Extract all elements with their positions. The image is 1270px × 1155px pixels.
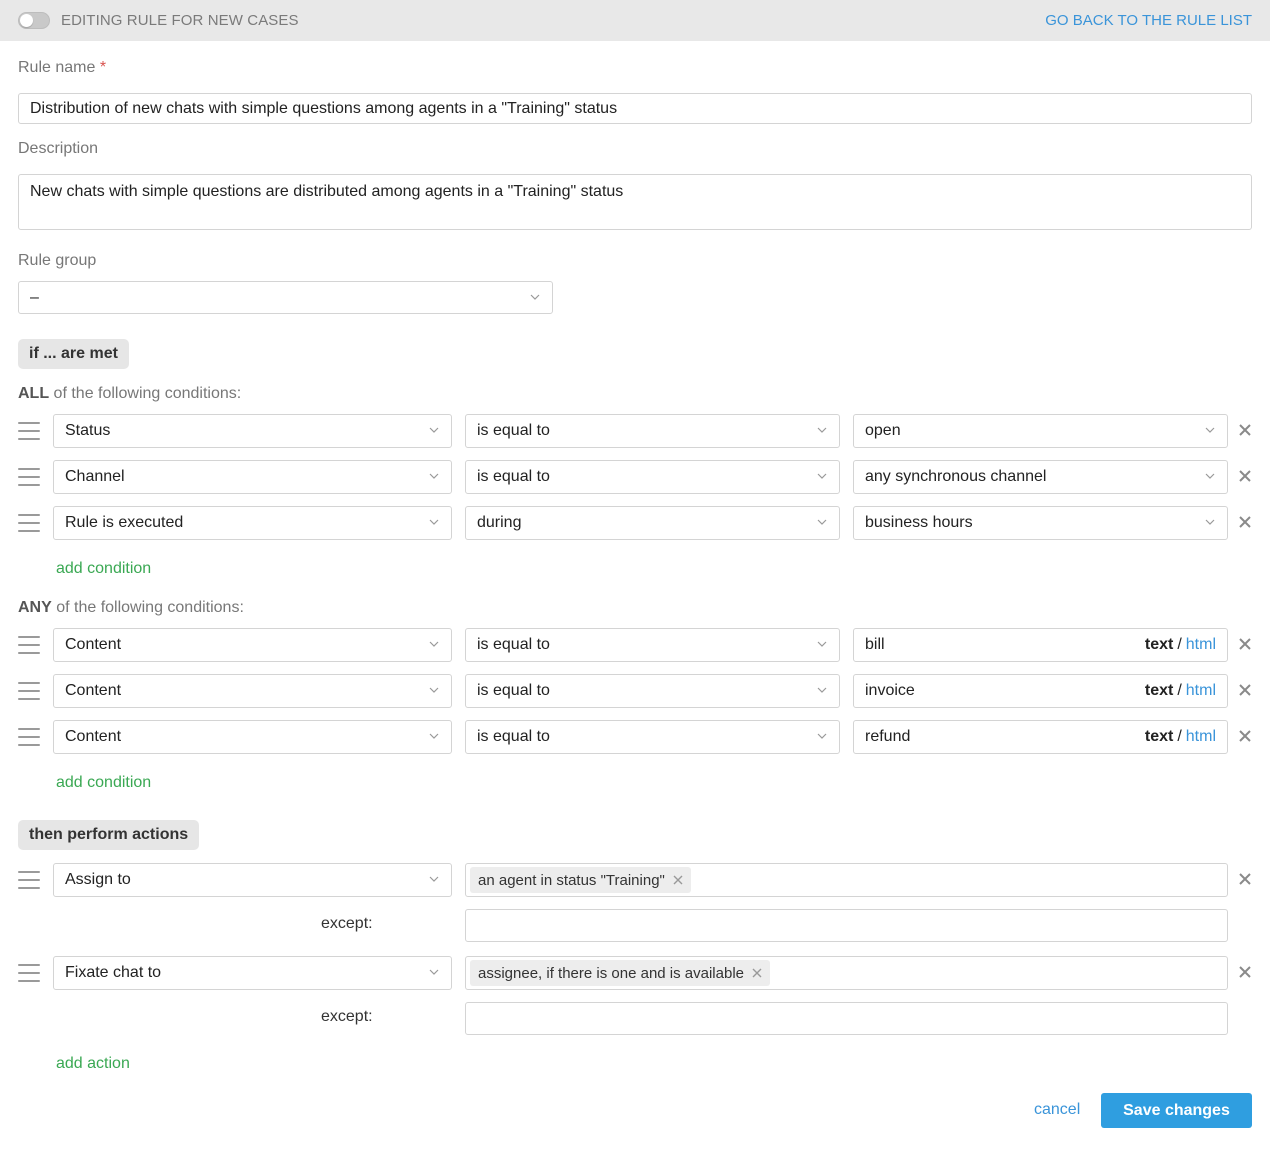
content-mode-switch: text / html — [1144, 636, 1216, 653]
condition-field-select[interactable]: Status — [53, 414, 452, 448]
rule-group-select[interactable]: – — [18, 281, 553, 314]
chevron-down-icon — [817, 519, 827, 525]
mode-html-option[interactable]: html — [1186, 682, 1216, 699]
content-mode-switch: text / html — [1144, 728, 1216, 745]
drag-handle-icon[interactable] — [18, 964, 40, 982]
chevron-down-icon — [429, 733, 439, 739]
top-bar: EDITING RULE FOR NEW CASES GO BACK TO TH… — [0, 0, 1270, 41]
content-mode-switch: text / html — [1144, 682, 1216, 699]
rule-group-value: – — [30, 288, 39, 306]
cancel-button[interactable]: cancel — [1034, 1101, 1080, 1119]
action-target-multiselect[interactable]: an agent in status "Training" — [465, 863, 1228, 897]
actions-section-label: then perform actions — [18, 820, 200, 850]
chevron-down-icon — [429, 641, 439, 647]
chevron-down-icon — [817, 427, 827, 433]
description-label: Description — [18, 140, 99, 157]
add-condition-any-link[interactable]: add condition — [56, 774, 151, 792]
selected-tag: an agent in status "Training" — [470, 867, 691, 893]
add-condition-all-link[interactable]: add condition — [56, 560, 151, 578]
rule-group-label: Rule group — [18, 252, 97, 269]
drag-handle-icon[interactable] — [18, 514, 40, 532]
condition-operator-select[interactable]: during — [465, 506, 840, 540]
close-icon[interactable] — [1238, 872, 1252, 886]
condition-operator-select[interactable]: is equal to — [465, 674, 840, 708]
chevron-down-icon — [1205, 473, 1215, 479]
close-icon[interactable] — [1238, 965, 1252, 979]
condition-field-select[interactable]: Rule is executed — [53, 506, 452, 540]
chevron-down-icon — [530, 294, 540, 300]
rule-name-label: Rule name * — [18, 59, 107, 76]
drag-handle-icon[interactable] — [18, 728, 40, 746]
selected-tag: assignee, if there is one and is availab… — [470, 960, 771, 986]
chevron-down-icon — [429, 969, 439, 975]
chevron-down-icon — [429, 427, 439, 433]
mode-text-option[interactable]: text — [1145, 728, 1173, 745]
chevron-down-icon — [817, 687, 827, 693]
condition-field-select[interactable]: Content — [53, 720, 452, 754]
condition-field-select[interactable]: Channel — [53, 460, 452, 494]
chevron-down-icon — [1205, 427, 1215, 433]
chevron-down-icon — [817, 641, 827, 647]
drag-handle-icon[interactable] — [18, 682, 40, 700]
condition-operator-select[interactable]: is equal to — [465, 460, 840, 494]
condition-value-select[interactable]: open — [853, 414, 1228, 448]
add-action-link[interactable]: add action — [56, 1055, 130, 1073]
condition-value-select[interactable]: business hours — [853, 506, 1228, 540]
description-textarea[interactable]: New chats with simple questions are dist… — [18, 174, 1252, 230]
close-icon[interactable] — [1238, 515, 1252, 529]
condition-value-select[interactable]: any synchronous channel — [853, 460, 1228, 494]
close-icon[interactable] — [1238, 423, 1252, 437]
action-target-multiselect[interactable]: assignee, if there is one and is availab… — [465, 956, 1228, 990]
any-conditions-title: ANY of the following conditions: — [18, 599, 244, 616]
action-type-select[interactable]: Assign to — [53, 863, 452, 897]
except-input[interactable] — [465, 909, 1228, 942]
drag-handle-icon[interactable] — [18, 422, 40, 440]
close-icon[interactable] — [1238, 469, 1252, 483]
action-type-select[interactable]: Fixate chat to — [53, 956, 452, 990]
close-icon[interactable] — [673, 875, 683, 885]
chevron-down-icon — [429, 687, 439, 693]
conditions-section-label: if ... are met — [18, 339, 129, 369]
toggle-knob — [20, 14, 33, 27]
save-changes-button[interactable]: Save changes — [1101, 1093, 1252, 1128]
chevron-down-icon — [817, 733, 827, 739]
required-mark: * — [99, 59, 107, 76]
chevron-down-icon — [429, 876, 439, 882]
rule-name-input[interactable]: Distribution of new chats with simple qu… — [18, 93, 1252, 124]
except-label: except: — [321, 1008, 373, 1025]
condition-value-input[interactable]: refund text / html — [853, 720, 1228, 754]
mode-text-option[interactable]: text — [1145, 682, 1173, 699]
page-title: EDITING RULE FOR NEW CASES — [61, 12, 299, 29]
except-label: except: — [321, 915, 373, 932]
chevron-down-icon — [817, 473, 827, 479]
except-input[interactable] — [465, 1002, 1228, 1035]
drag-handle-icon[interactable] — [18, 468, 40, 486]
chevron-down-icon — [1205, 519, 1215, 525]
all-conditions-title: ALL of the following conditions: — [18, 385, 242, 402]
condition-operator-select[interactable]: is equal to — [465, 720, 840, 754]
condition-field-select[interactable]: Content — [53, 628, 452, 662]
drag-handle-icon[interactable] — [18, 871, 40, 889]
chevron-down-icon — [429, 519, 439, 525]
condition-value-input[interactable]: bill text / html — [853, 628, 1228, 662]
condition-operator-select[interactable]: is equal to — [465, 414, 840, 448]
chevron-down-icon — [429, 473, 439, 479]
condition-field-select[interactable]: Content — [53, 674, 452, 708]
close-icon[interactable] — [1238, 729, 1252, 743]
rule-active-toggle[interactable] — [18, 12, 50, 29]
mode-html-option[interactable]: html — [1186, 636, 1216, 653]
condition-value-input[interactable]: invoice text / html — [853, 674, 1228, 708]
close-icon[interactable] — [752, 968, 762, 978]
condition-operator-select[interactable]: is equal to — [465, 628, 840, 662]
mode-html-option[interactable]: html — [1186, 728, 1216, 745]
drag-handle-icon[interactable] — [18, 636, 40, 654]
close-icon[interactable] — [1238, 637, 1252, 651]
back-to-rule-list-link[interactable]: GO BACK TO THE RULE LIST — [1045, 12, 1252, 29]
close-icon[interactable] — [1238, 683, 1252, 697]
mode-text-option[interactable]: text — [1145, 636, 1173, 653]
